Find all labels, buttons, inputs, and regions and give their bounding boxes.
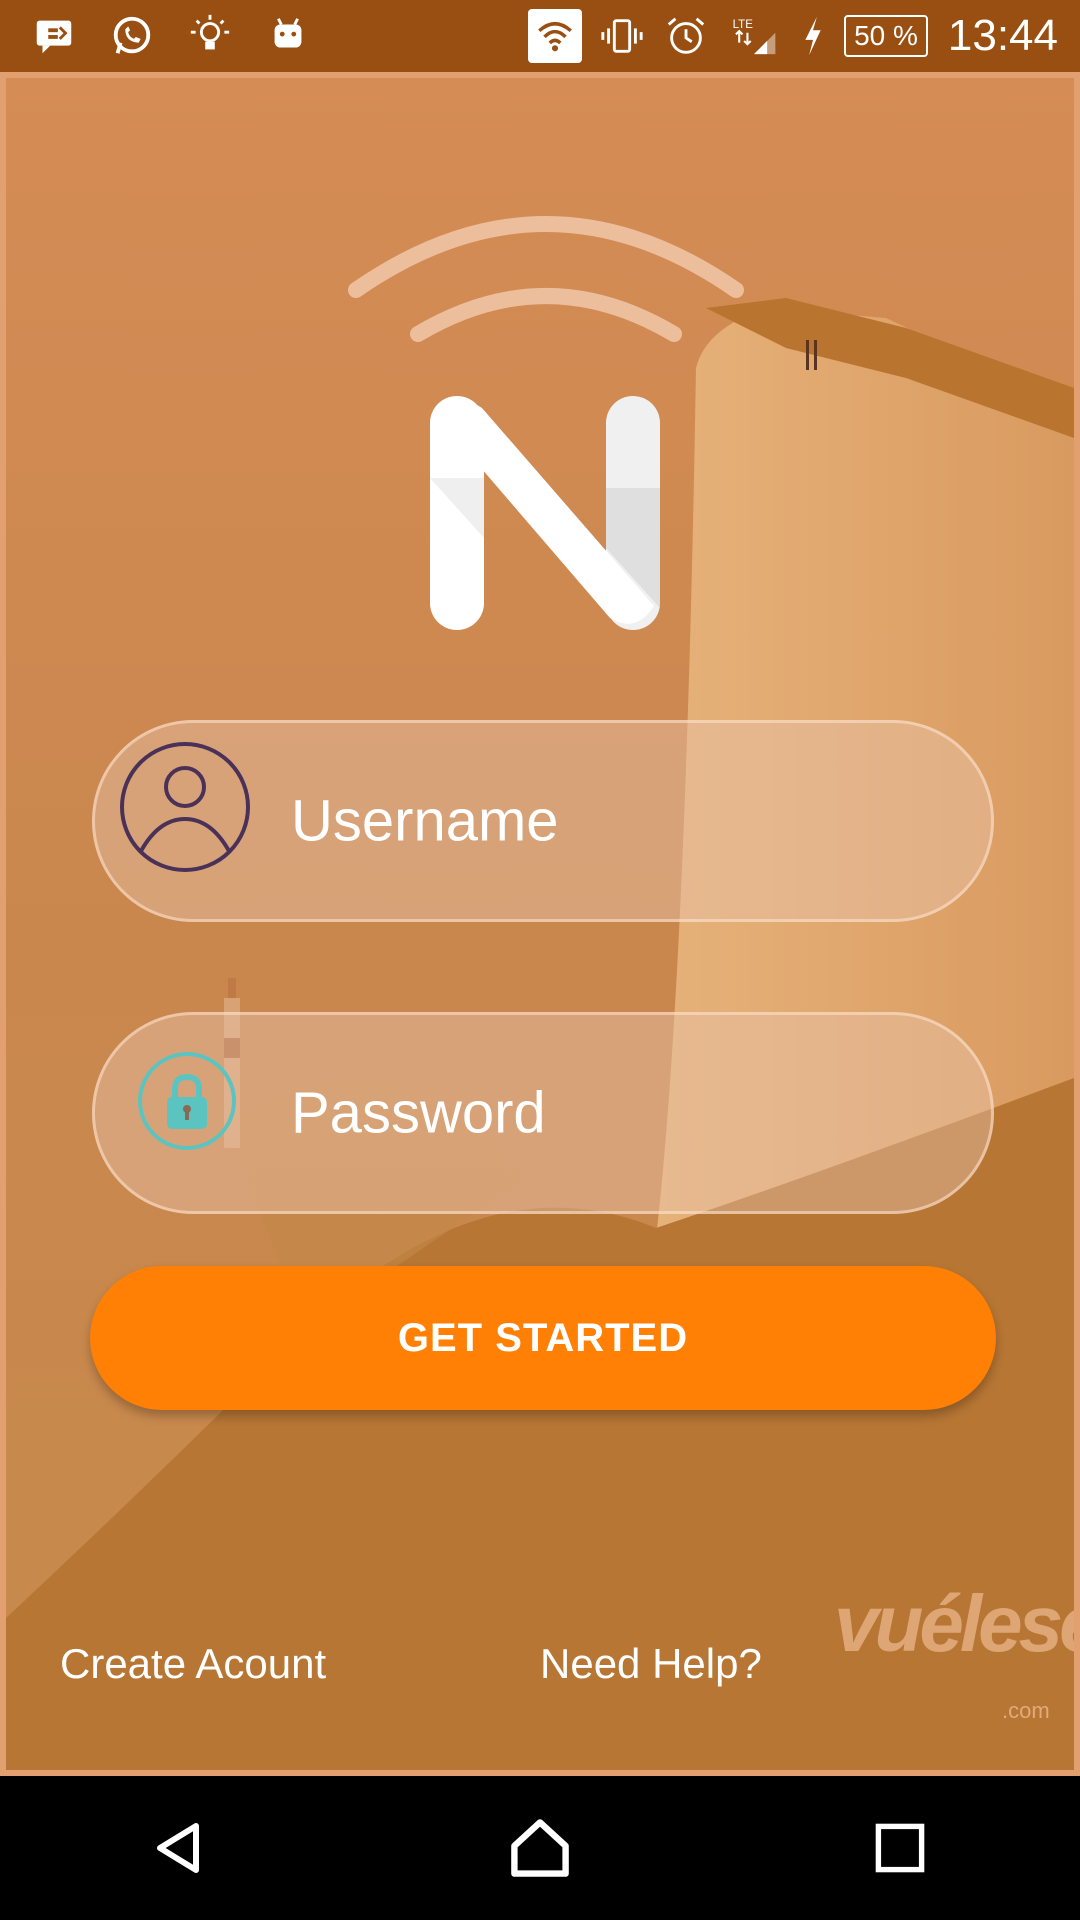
get-started-button[interactable]: GET STARTED xyxy=(90,1266,996,1410)
username-field[interactable] xyxy=(92,720,994,922)
message-icon xyxy=(30,12,78,60)
battery-level: 50 % xyxy=(844,15,928,57)
app-logo xyxy=(348,216,744,630)
status-bar: LTE 50 % 13:44 xyxy=(0,0,1080,72)
home-icon xyxy=(511,1819,569,1877)
recents-button[interactable] xyxy=(840,1788,960,1908)
password-field[interactable] xyxy=(92,1012,994,1214)
vibrate-icon xyxy=(598,12,646,60)
recents-icon xyxy=(875,1823,925,1873)
back-button[interactable] xyxy=(120,1788,240,1908)
back-icon xyxy=(157,1823,199,1873)
user-avatar-icon xyxy=(119,741,251,873)
need-help-link[interactable]: Need Help? xyxy=(540,1640,762,1688)
login-content: GET STARTED Create Acount Need Help? vué… xyxy=(0,72,1080,1776)
status-clock: 13:44 xyxy=(947,11,1058,60)
svg-text:LTE: LTE xyxy=(733,19,754,31)
wifi-icon xyxy=(528,9,583,63)
create-account-link[interactable]: Create Acount xyxy=(60,1640,326,1688)
lock-icon xyxy=(137,1051,237,1151)
vuelese-watermark: vuélese xyxy=(834,1579,1080,1668)
navigation-bar xyxy=(0,1776,1080,1920)
vuelese-watermark-domain: .com xyxy=(1002,1698,1050,1723)
username-input[interactable] xyxy=(291,787,951,855)
android-icon xyxy=(264,12,312,60)
alarm-icon xyxy=(662,12,710,60)
home-button[interactable] xyxy=(480,1788,600,1908)
login-screen: LTE 50 % 13:44 Username GET STARTED Crea… xyxy=(0,0,1080,1920)
password-input[interactable] xyxy=(291,1079,951,1147)
charging-icon xyxy=(798,12,828,60)
signal-icon: LTE xyxy=(726,12,782,60)
lightbulb-icon xyxy=(186,12,234,60)
whatsapp-icon xyxy=(108,12,156,60)
